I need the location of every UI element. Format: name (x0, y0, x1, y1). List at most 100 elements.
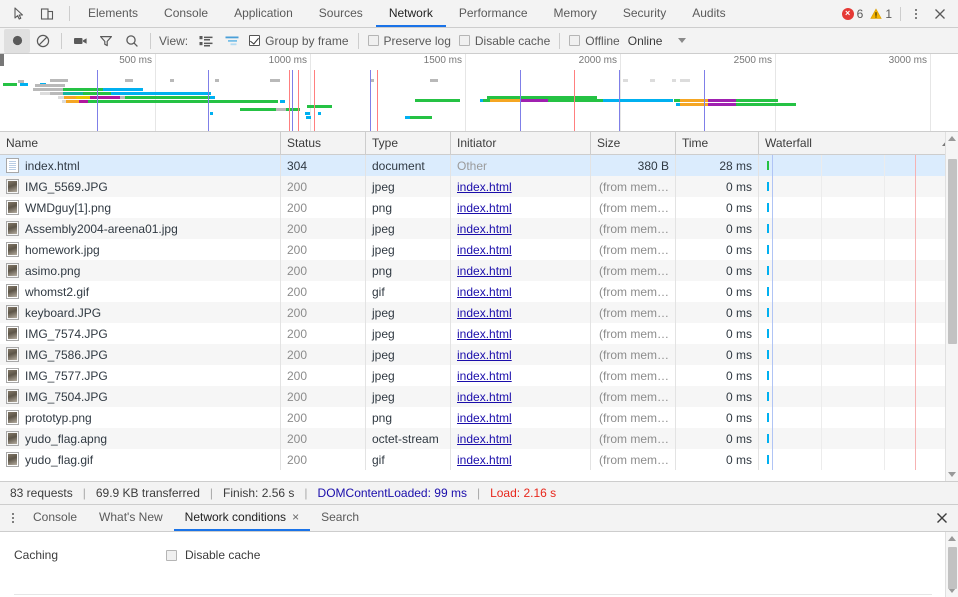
table-row[interactable]: yudo_flag.apng 200 octet-stream index.html (… (0, 428, 958, 449)
group-by-frame-checkbox[interactable]: Group by frame (245, 34, 352, 48)
offline-checkbox[interactable]: Offline (565, 34, 623, 48)
table-row[interactable]: WMDguy[1].png 200 png index.html (from mem… 0… (0, 197, 958, 218)
drawer-tab-console[interactable]: Console (22, 505, 88, 531)
table-row[interactable]: index.html 304 document Other 380 B 28 ms (0, 155, 958, 176)
timeline-request-bar (90, 96, 120, 99)
main-menu-icon[interactable] (907, 1, 925, 27)
column-header-waterfall[interactable]: Waterfall (759, 132, 958, 154)
search-icon[interactable] (119, 29, 145, 53)
filter-icon[interactable] (93, 29, 119, 53)
drawer-tab-search[interactable]: Search (310, 505, 370, 531)
cell-initiator: index.html (451, 281, 591, 302)
waterfall-gridline (884, 386, 885, 407)
clear-icon[interactable] (30, 29, 56, 53)
column-header-status[interactable]: Status (281, 132, 366, 154)
column-header-initiator[interactable]: Initiator (451, 132, 591, 154)
error-count-badge[interactable]: × 6 (840, 7, 866, 21)
drawer-tab-whats-new[interactable]: What's New (88, 505, 174, 531)
close-devtools-icon[interactable] (928, 1, 952, 27)
initiator-link[interactable]: index.html (457, 264, 512, 278)
drawer-scrollbar[interactable] (945, 532, 958, 597)
tab-sources[interactable]: Sources (306, 0, 376, 27)
scrollbar-thumb[interactable] (947, 547, 957, 589)
table-row[interactable]: IMG_5569.JPG 200 jpeg index.html (from mem… 0… (0, 176, 958, 197)
cell-name: homework.jpg (0, 239, 281, 260)
column-header-type[interactable]: Type (366, 132, 451, 154)
timeline-request-bar (170, 79, 174, 82)
scroll-down-arrow[interactable] (946, 468, 958, 481)
tabbar-right-divider (900, 6, 901, 21)
initiator-link[interactable]: index.html (457, 222, 512, 236)
scroll-up-arrow[interactable] (946, 132, 958, 145)
tab-console[interactable]: Console (151, 0, 221, 27)
drawer-close-icon[interactable] (930, 505, 954, 531)
record-button[interactable] (4, 28, 30, 53)
drawer-tab-close-icon[interactable]: × (292, 510, 299, 524)
cell-waterfall (759, 239, 958, 260)
table-row[interactable]: IMG_7586.JPG 200 jpeg index.html (from mem… 0… (0, 344, 958, 365)
initiator-link[interactable]: index.html (457, 201, 512, 215)
cell-name: IMG_5569.JPG (0, 176, 281, 197)
table-row[interactable]: homework.jpg 200 jpeg index.html (from mem… 0… (0, 239, 958, 260)
disable-cache-checkbox[interactable]: Disable cache (455, 34, 554, 48)
drawer-content: Caching Disable cache (0, 532, 958, 597)
initiator-link[interactable]: index.html (457, 348, 512, 362)
column-header-size[interactable]: Size (591, 132, 676, 154)
cell-name: index.html (0, 155, 281, 176)
drawer-tab-network-conditions[interactable]: Network conditions × (173, 505, 311, 531)
initiator-link[interactable]: index.html (457, 432, 512, 446)
camera-icon[interactable] (67, 29, 93, 53)
scrollbar-track[interactable] (946, 145, 958, 468)
cell-time: 0 ms (676, 197, 759, 218)
table-row[interactable]: prototyp.png 200 png index.html (from mem… 0 … (0, 407, 958, 428)
waterfall-gridline (884, 449, 885, 470)
cell-type: document (366, 155, 451, 176)
table-row[interactable]: asimo.png 200 png index.html (from mem… 0 ms (0, 260, 958, 281)
tab-network[interactable]: Network (375, 0, 446, 27)
scrollbar-track[interactable] (946, 545, 958, 589)
column-header-name[interactable]: Name (0, 132, 281, 154)
table-row[interactable]: IMG_7504.JPG 200 jpeg index.html (from mem… 0… (0, 386, 958, 407)
waterfall-view-icon[interactable] (219, 29, 245, 53)
throttling-select[interactable]: Online (624, 34, 687, 48)
initiator-link[interactable]: index.html (457, 453, 512, 467)
devtools-drawer: Console What's New Network conditions × … (0, 505, 958, 597)
initiator-link[interactable]: index.html (457, 306, 512, 320)
tab-memory[interactable]: Memory (541, 0, 610, 27)
table-row[interactable]: yudo_flag.gif 200 gif index.html (from mem… 0… (0, 449, 958, 470)
timeline-request-bar (111, 92, 211, 95)
scrollbar-thumb[interactable] (947, 159, 957, 344)
scroll-up-arrow[interactable] (946, 532, 958, 545)
drawer-disable-cache-checkbox[interactable]: Disable cache (166, 548, 260, 562)
initiator-link[interactable]: index.html (457, 285, 512, 299)
waterfall-gridline (821, 407, 822, 428)
initiator-link[interactable]: index.html (457, 180, 512, 194)
device-toolbar-icon[interactable] (34, 1, 60, 27)
table-scrollbar[interactable] (945, 132, 958, 481)
column-header-time[interactable]: Time (676, 132, 759, 154)
list-view-icon[interactable] (193, 29, 219, 53)
tab-application[interactable]: Application (221, 0, 306, 27)
timeline-request-bar (307, 105, 332, 108)
tab-audits[interactable]: Audits (679, 0, 738, 27)
tab-elements[interactable]: Elements (75, 0, 151, 27)
drawer-menu-icon[interactable] (4, 505, 22, 531)
initiator-link[interactable]: index.html (457, 327, 512, 341)
inspect-cursor-icon[interactable] (6, 1, 32, 27)
table-row[interactable]: whomst2.gif 200 gif index.html (from mem… 0 m… (0, 281, 958, 302)
table-row[interactable]: IMG_7574.JPG 200 jpeg index.html (from mem… 0… (0, 323, 958, 344)
tab-performance[interactable]: Performance (446, 0, 541, 27)
cell-name: yudo_flag.apng (0, 428, 281, 449)
initiator-link[interactable]: index.html (457, 369, 512, 383)
preserve-log-checkbox[interactable]: Preserve log (364, 34, 455, 48)
initiator-link[interactable]: index.html (457, 390, 512, 404)
initiator-link[interactable]: index.html (457, 411, 512, 425)
table-row[interactable]: keyboard.JPG 200 jpeg index.html (from mem… 0… (0, 302, 958, 323)
initiator-link[interactable]: index.html (457, 243, 512, 257)
warning-count-badge[interactable]: 1 (868, 7, 894, 21)
error-glyph: × (844, 8, 851, 18)
table-row[interactable]: Assembly2004-areena01.jpg 200 jpeg index.ht… (0, 218, 958, 239)
table-row[interactable]: IMG_7577.JPG 200 jpeg index.html (from mem… 0… (0, 365, 958, 386)
network-overview-timeline[interactable]: 500 ms 1000 ms 1500 ms 2000 ms 2500 ms 3000 m… (0, 54, 958, 132)
tab-security[interactable]: Security (610, 0, 679, 27)
